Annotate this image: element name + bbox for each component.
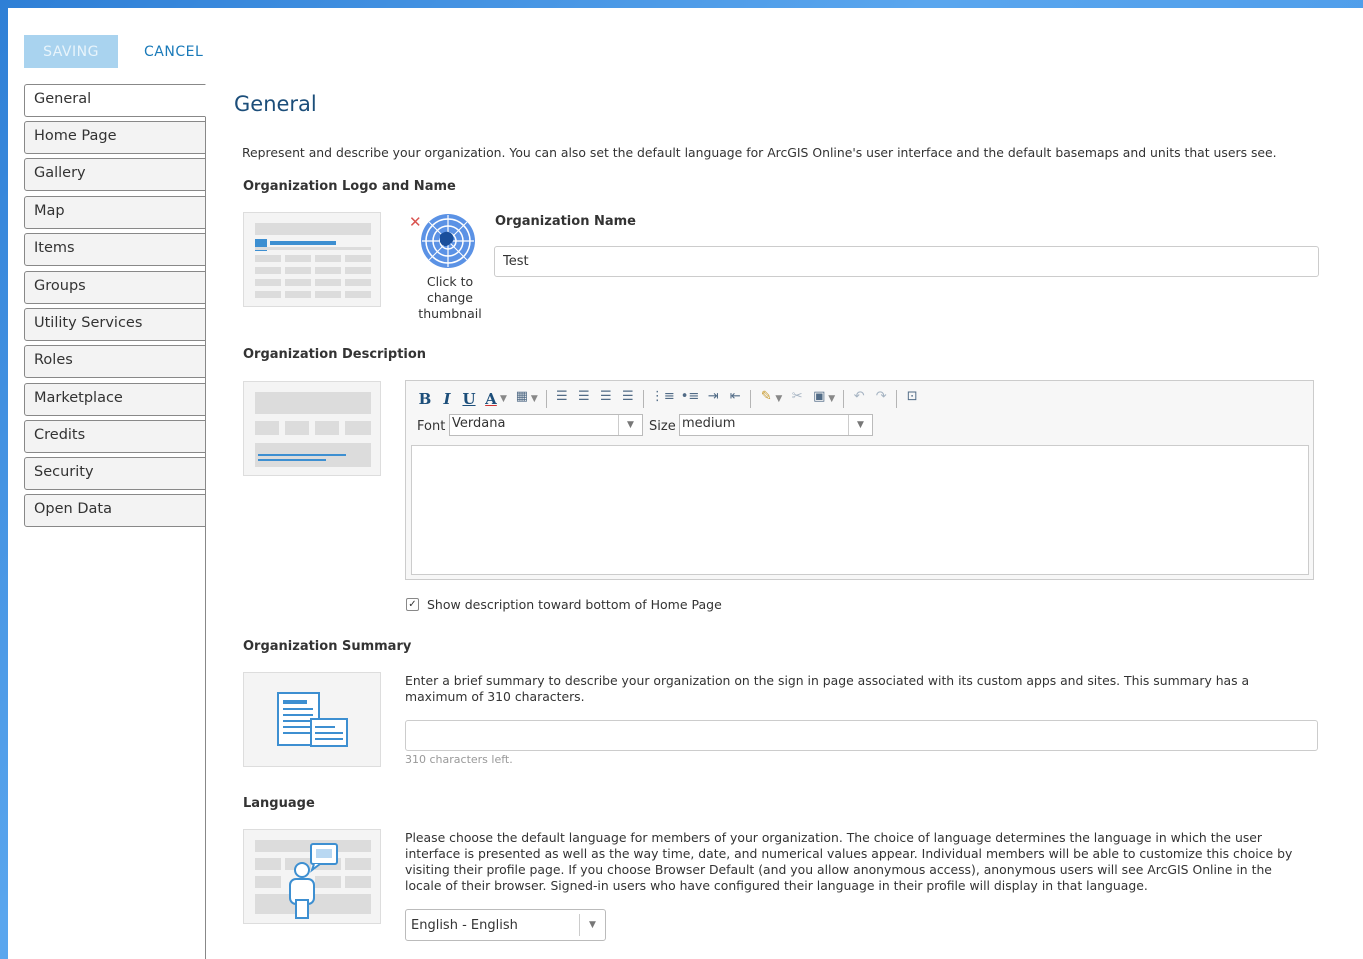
summary-help-text: Enter a brief summary to describe your o… <box>405 673 1249 705</box>
user-speech-icon <box>255 840 371 919</box>
sidebar-item-marketplace[interactable]: Marketplace <box>24 383 206 416</box>
sidebar-item-items[interactable]: Items <box>24 233 206 266</box>
cancel-button[interactable]: CANCEL <box>140 35 207 68</box>
size-select-value: medium <box>682 416 736 431</box>
organization-logo-thumbnail[interactable] <box>413 211 483 281</box>
thumbnail-caption[interactable]: Click to change thumbnail <box>413 274 487 322</box>
size-label: Size <box>649 419 676 434</box>
language-select-value: English - English <box>411 918 518 933</box>
outdent-icon[interactable]: ⇤ <box>724 389 746 409</box>
language-help-line: visiting their profile page. If you choo… <box>405 862 1272 877</box>
font-label: Font <box>417 419 446 434</box>
align-left-icon[interactable]: ☰ <box>551 389 573 409</box>
language-help-line: locale of their browser. Signed-in users… <box>405 878 1148 893</box>
chevron-down-icon: ▼ <box>579 914 605 936</box>
sidebar-item-groups[interactable]: Groups <box>24 271 206 304</box>
italic-icon[interactable]: I <box>436 389 458 409</box>
view-source-icon[interactable]: ⊡ <box>901 389 923 409</box>
toolbar-divider <box>642 390 644 408</box>
highlight-dropdown-icon[interactable]: ▼ <box>531 394 542 404</box>
align-center-icon[interactable]: ☰ <box>573 389 595 409</box>
font-color-icon[interactable]: A <box>480 389 502 409</box>
sidebar-item-utility-services[interactable]: Utility Services <box>24 308 206 341</box>
bold-icon[interactable]: B <box>414 389 436 409</box>
toolbar-divider <box>750 390 752 408</box>
indent-icon[interactable]: ⇥ <box>702 389 724 409</box>
toolbar-divider <box>545 390 547 408</box>
language-help-line: interface is presented as well as the wa… <box>405 846 1293 861</box>
settings-page: SAVING CANCEL General Home Page Gallery … <box>8 8 1363 959</box>
language-section-heading: Language <box>243 796 315 811</box>
summary-help-line: Enter a brief summary to describe your o… <box>405 673 1250 688</box>
font-select-value: Verdana <box>452 416 506 431</box>
font-select[interactable]: Verdana ▼ <box>449 414 643 436</box>
logo-section-illustration <box>243 212 381 307</box>
sidebar-item-home-page[interactable]: Home Page <box>24 121 206 154</box>
size-select[interactable]: medium ▼ <box>679 414 873 436</box>
undo-icon[interactable]: ↶ <box>848 389 870 409</box>
insert-image-icon[interactable]: ▣ <box>808 389 830 409</box>
intro-text: Represent and describe your organization… <box>242 145 1277 160</box>
font-color-dropdown-icon[interactable]: ▼ <box>500 394 511 404</box>
chevron-down-icon: ▼ <box>618 415 642 435</box>
layout-preview-icon <box>255 223 371 298</box>
redo-icon[interactable]: ↷ <box>870 389 892 409</box>
align-right-icon[interactable]: ☰ <box>595 389 617 409</box>
sidebar-item-map[interactable]: Map <box>24 196 206 229</box>
description-text-area[interactable] <box>411 445 1309 575</box>
sidebar-item-general[interactable]: General <box>24 84 206 117</box>
organization-name-label: Organization Name <box>495 214 636 229</box>
summary-section-heading: Organization Summary <box>243 639 412 654</box>
chevron-down-icon: ▼ <box>848 415 872 435</box>
logo-section-heading: Organization Logo and Name <box>243 179 456 194</box>
language-select[interactable]: English - English ▼ <box>405 909 606 941</box>
remove-link-icon[interactable]: ✂ <box>786 389 808 409</box>
show-description-option[interactable]: ✓ Show description toward bottom of Home… <box>406 597 722 612</box>
saving-button[interactable]: SAVING <box>24 35 118 68</box>
sidebar-item-open-data[interactable]: Open Data <box>24 494 206 527</box>
description-section-illustration <box>243 381 381 476</box>
language-help-line: Please choose the default language for m… <box>405 830 1262 845</box>
page-title: General <box>234 92 317 116</box>
characters-left-counter: 310 characters left. <box>405 753 513 766</box>
toolbar-divider <box>896 390 898 408</box>
toolbar-divider <box>843 390 845 408</box>
sidebar-item-credits[interactable]: Credits <box>24 420 206 453</box>
link-dropdown-icon[interactable]: ▼ <box>775 394 786 404</box>
summary-help-line: maximum of 310 characters. <box>405 689 585 704</box>
thumbnail-caption-line-2: change <box>426 290 473 305</box>
align-justify-icon[interactable]: ☰ <box>617 389 639 409</box>
editor-toolbar: B I U A ▼ ▦ ▼ ☰ ☰ ☰ ☰ ⋮≡ •≡ ⇥ ⇤ ✎ ▼ ✂ ▣ … <box>414 387 923 411</box>
thumbnail-caption-line-3: thumbnail <box>418 306 482 321</box>
underline-icon[interactable]: U <box>458 389 480 409</box>
image-dropdown-icon[interactable]: ▼ <box>828 394 839 404</box>
language-section-illustration <box>243 829 381 924</box>
sidebar-item-gallery[interactable]: Gallery <box>24 158 206 191</box>
language-help-text: Please choose the default language for m… <box>405 830 1292 894</box>
insert-link-icon[interactable]: ✎ <box>755 389 777 409</box>
show-description-checkbox[interactable]: ✓ <box>406 598 419 611</box>
sidebar-item-security[interactable]: Security <box>24 457 206 490</box>
summary-document-icon <box>277 692 348 747</box>
description-rich-text-editor: B I U A ▼ ▦ ▼ ☰ ☰ ☰ ☰ ⋮≡ •≡ ⇥ ⇤ ✎ ▼ ✂ ▣ … <box>405 380 1314 580</box>
show-description-label: Show description toward bottom of Home P… <box>427 597 722 612</box>
highlight-color-icon[interactable]: ▦ <box>511 389 533 409</box>
summary-section-illustration <box>243 672 381 767</box>
bullet-list-icon[interactable]: •≡ <box>678 389 703 409</box>
thumbnail-caption-line-1: Click to <box>426 274 474 289</box>
sidebar-item-roles[interactable]: Roles <box>24 345 206 378</box>
numbered-list-icon[interactable]: ⋮≡ <box>648 389 678 409</box>
organization-summary-input[interactable] <box>405 720 1318 751</box>
description-preview-icon <box>255 392 371 467</box>
un-emblem-icon <box>421 214 475 268</box>
description-section-heading: Organization Description <box>243 347 427 362</box>
organization-name-input[interactable] <box>494 246 1319 277</box>
settings-sidebar: General Home Page Gallery Map Items Grou… <box>24 84 206 959</box>
